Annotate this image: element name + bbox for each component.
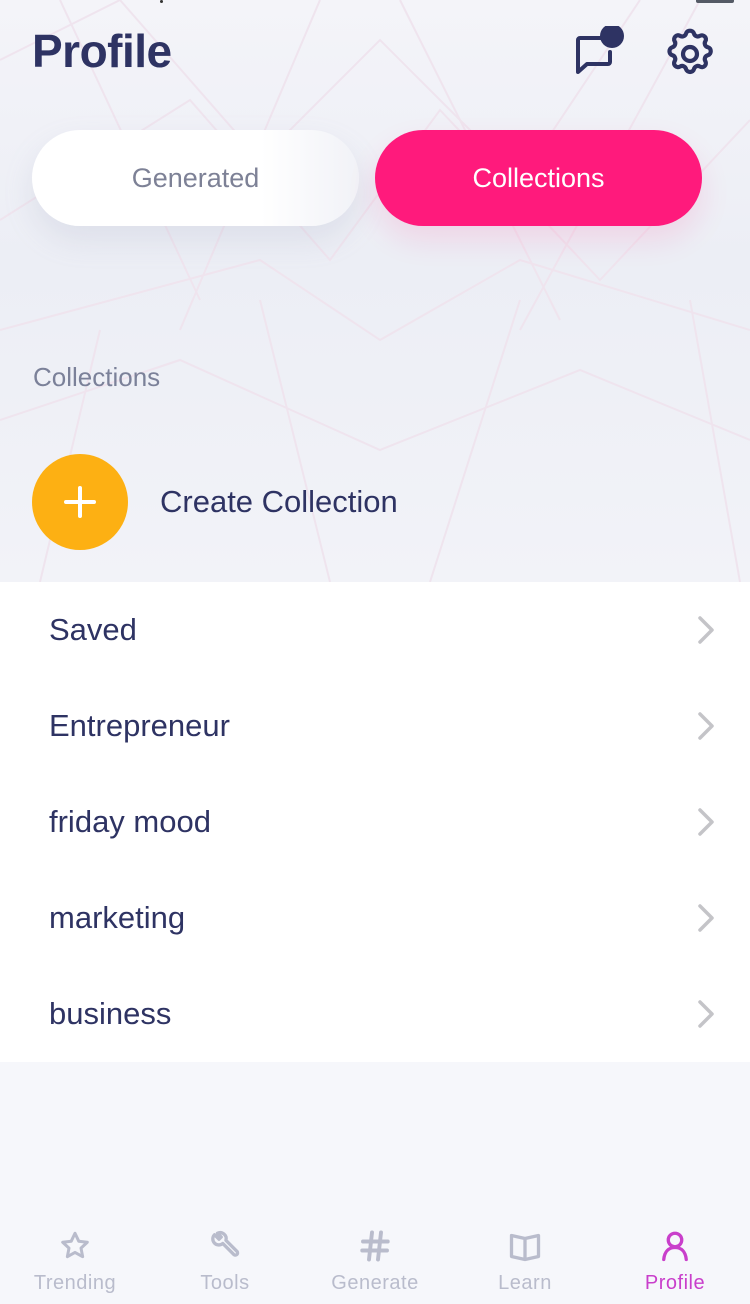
notification-dot [600, 24, 624, 48]
list-item-label: friday mood [49, 804, 211, 839]
hashtag-icon [360, 1230, 390, 1262]
list-item-label: Saved [49, 612, 137, 647]
create-collection-label: Create Collection [160, 484, 398, 519]
tab-collections[interactable]: Collections [375, 130, 702, 226]
tab-label: Generate [331, 1272, 419, 1294]
star-icon [61, 1231, 89, 1259]
tab-label: Profile [644, 1272, 706, 1294]
chevron-right-icon [698, 1000, 714, 1028]
collections-list: Saved Entrepreneur friday mood marketing… [0, 582, 750, 1062]
tab-generated[interactable]: Generated [32, 130, 359, 226]
bottom-tab-bar: Trending Tools Generate Learn Profile [0, 1204, 750, 1304]
chevron-right-icon [698, 808, 714, 836]
tab-label: Learn [498, 1272, 552, 1294]
tab-learn[interactable]: Learn [450, 1204, 600, 1304]
tab-tools[interactable]: Tools [150, 1204, 300, 1304]
tab-trending[interactable]: Trending [0, 1204, 150, 1304]
book-icon [509, 1233, 541, 1262]
gear-icon [667, 28, 713, 75]
collection-item-marketing[interactable]: marketing [0, 870, 750, 966]
collection-item-business[interactable]: business [0, 966, 750, 1062]
page-title: Profile [32, 25, 172, 77]
status-bar-fragment [160, 0, 163, 3]
chevron-right-icon [698, 616, 714, 644]
tab-profile[interactable]: Profile [600, 1204, 750, 1304]
tab-label: Trending [33, 1272, 117, 1294]
section-label: Collections [33, 362, 161, 392]
plus-icon [32, 454, 128, 550]
list-item-label: marketing [49, 900, 186, 935]
collection-item-entrepreneur[interactable]: Entrepreneur [0, 678, 750, 774]
person-icon [662, 1231, 688, 1262]
tab-generate[interactable]: Generate [300, 1204, 450, 1304]
list-item-label: Entrepreneur [49, 708, 230, 743]
collection-item-saved[interactable]: Saved [0, 582, 750, 678]
list-item-label: business [49, 996, 172, 1031]
tab-label: Tools [200, 1272, 250, 1294]
settings-button[interactable] [662, 26, 718, 82]
profile-segmented-control: Generated Collections [32, 130, 702, 226]
chevron-right-icon [698, 904, 714, 932]
battery-indicator [696, 0, 734, 3]
collection-item-friday-mood[interactable]: friday mood [0, 774, 750, 870]
messages-button[interactable] [572, 24, 628, 82]
header: Profile [32, 20, 718, 80]
chat-bubble-with-notification-icon [576, 24, 624, 74]
chevron-right-icon [698, 712, 714, 740]
create-collection-button[interactable]: Create Collection [32, 454, 722, 550]
wrench-icon [211, 1231, 240, 1257]
